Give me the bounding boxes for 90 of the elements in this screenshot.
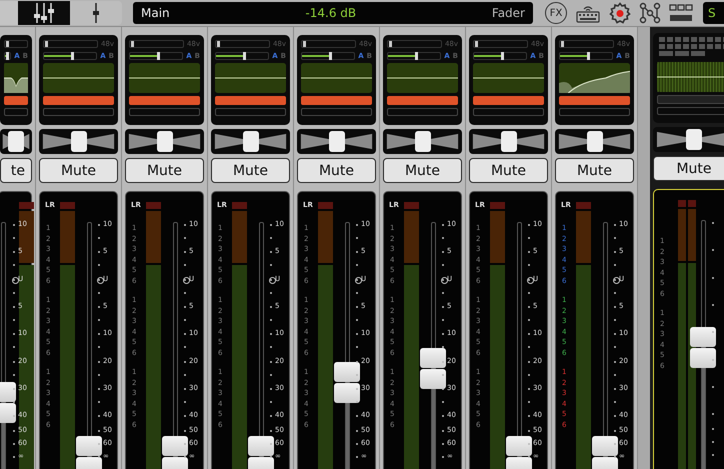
mute-button[interactable]: Mute xyxy=(469,158,548,183)
gain-slider[interactable] xyxy=(43,52,98,60)
pan-knob[interactable] xyxy=(328,131,344,152)
pan-slider[interactable] xyxy=(39,129,118,154)
empty-level-bar xyxy=(4,108,28,116)
eq-curve-graph[interactable] xyxy=(559,63,630,93)
faders-icon xyxy=(33,3,55,23)
fader-handle[interactable] xyxy=(690,326,716,368)
trim-slider[interactable] xyxy=(43,40,98,48)
fader-handle[interactable] xyxy=(420,348,446,389)
settings-icon[interactable] xyxy=(609,2,631,24)
routing-icon[interactable] xyxy=(639,2,661,24)
trim-slider[interactable] xyxy=(473,40,528,48)
empty-level-bar xyxy=(657,107,724,115)
unity-mark-icon xyxy=(183,277,190,284)
channel-display[interactable]: Main -14.6 dB Fader xyxy=(133,2,533,24)
fader-handle[interactable] xyxy=(334,362,360,404)
pan-knob[interactable] xyxy=(156,131,172,152)
pan-slider[interactable] xyxy=(383,129,462,154)
unity-mark-icon xyxy=(12,277,19,284)
mute-button[interactable]: Mute xyxy=(39,158,118,183)
view-button[interactable] xyxy=(70,1,122,25)
pan-knob[interactable] xyxy=(414,131,430,152)
level-readout: -14.6 dB xyxy=(305,6,356,20)
unity-mark-icon xyxy=(527,277,534,284)
pan-slider[interactable] xyxy=(469,129,548,154)
gain-slider[interactable] xyxy=(129,52,184,60)
mute-button[interactable]: Mute xyxy=(383,158,462,183)
gain-slider[interactable] xyxy=(4,52,12,60)
trim-slider[interactable] xyxy=(387,40,442,48)
trim-slider[interactable] xyxy=(129,40,184,48)
empty-level-bar xyxy=(473,108,544,116)
channel-input-panel[interactable] xyxy=(653,33,724,123)
unity-mark-icon xyxy=(355,277,362,284)
layout-icon[interactable] xyxy=(669,4,693,22)
fader-handle[interactable] xyxy=(248,436,274,469)
trim-slider[interactable] xyxy=(301,40,356,48)
keypad-icon xyxy=(659,37,724,59)
view-button[interactable] xyxy=(18,1,70,25)
fx-button[interactable]: FX xyxy=(545,2,567,24)
pan-slider[interactable] xyxy=(125,129,204,154)
unity-mark-icon xyxy=(441,277,448,284)
eq-curve-graph[interactable] xyxy=(657,62,724,92)
pan-slider[interactable] xyxy=(211,129,290,154)
mute-button[interactable]: Mute xyxy=(211,158,290,183)
fader-handle[interactable] xyxy=(76,436,102,469)
pan-knob[interactable] xyxy=(70,131,86,152)
mute-button[interactable]: Mute xyxy=(653,156,724,181)
eq-curve-graph[interactable] xyxy=(129,63,200,93)
empty-level-bar xyxy=(301,108,372,116)
unity-mark-icon xyxy=(613,277,620,284)
unity-mark-icon xyxy=(269,277,276,284)
gain-slider[interactable] xyxy=(215,52,270,60)
empty-level-bar xyxy=(559,108,630,116)
gain-slider[interactable] xyxy=(473,52,528,60)
trim-slider[interactable] xyxy=(4,40,28,48)
pan-slider[interactable] xyxy=(0,129,32,154)
empty-level-bar xyxy=(215,108,286,116)
gain-slider[interactable] xyxy=(559,52,614,60)
status-readout: S xyxy=(703,2,724,24)
eq-curve-graph[interactable] xyxy=(387,63,458,93)
pan-slider[interactable] xyxy=(297,129,376,154)
eq-curve-graph[interactable] xyxy=(473,63,544,93)
fader-icon xyxy=(92,3,100,23)
eq-curve-graph[interactable] xyxy=(215,63,286,93)
fader-handle[interactable] xyxy=(162,436,188,469)
empty-level-bar xyxy=(387,108,458,116)
pan-knob[interactable] xyxy=(500,131,516,152)
trim-slider[interactable] xyxy=(215,40,270,48)
pan-slider[interactable] xyxy=(555,129,634,154)
pan-knob[interactable] xyxy=(242,131,258,152)
mute-button[interactable]: Mute xyxy=(125,158,204,183)
mute-button[interactable]: Mute xyxy=(555,158,634,183)
pan-knob[interactable] xyxy=(586,131,602,152)
pan-slider[interactable] xyxy=(653,127,724,152)
trim-slider[interactable] xyxy=(559,40,614,48)
fader-handle[interactable] xyxy=(506,436,532,469)
eq-curve-graph[interactable] xyxy=(43,63,114,93)
mute-button[interactable]: te xyxy=(0,158,32,183)
gain-slider[interactable] xyxy=(301,52,356,60)
channel-name: Main xyxy=(141,6,170,20)
mode-label: Fader xyxy=(492,6,525,20)
mute-button[interactable]: Mute xyxy=(297,158,376,183)
empty-level-bar xyxy=(129,108,200,116)
unity-mark-icon xyxy=(97,277,104,284)
empty-level-bar xyxy=(43,108,114,116)
eq-curve-graph[interactable] xyxy=(4,63,28,93)
gain-slider[interactable] xyxy=(387,52,442,60)
eq-curve-graph[interactable] xyxy=(301,63,372,93)
fader-handle[interactable] xyxy=(592,436,618,469)
